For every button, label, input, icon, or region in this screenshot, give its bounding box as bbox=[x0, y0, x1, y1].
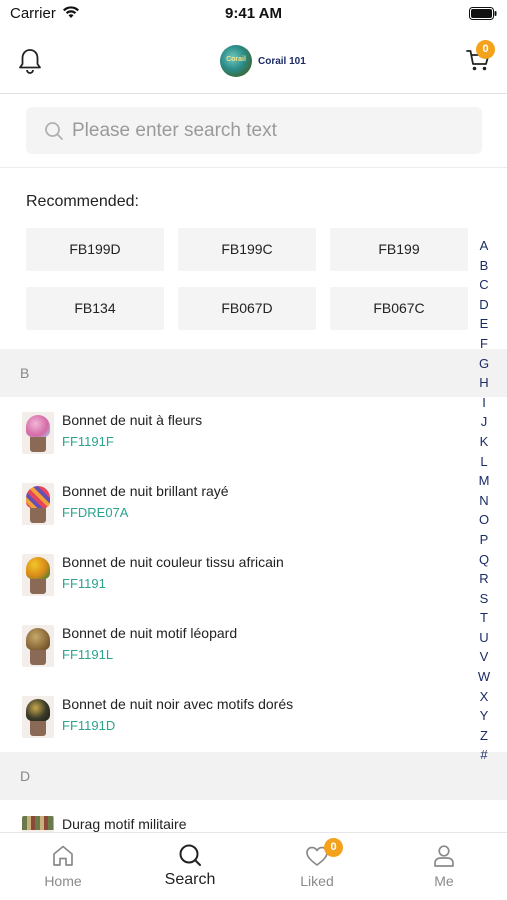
product-name: Durag motif militaire bbox=[62, 816, 187, 832]
tab-search[interactable]: Search bbox=[127, 833, 253, 900]
status-bar: Carrier 9:41 AM bbox=[0, 0, 507, 28]
product-code: FF1191F bbox=[62, 434, 114, 449]
alphabet-index-letter[interactable]: T bbox=[477, 608, 491, 628]
tab-label: Home bbox=[44, 873, 82, 889]
alphabet-index-letter[interactable]: D bbox=[477, 295, 491, 315]
brand-logo: Corail bbox=[220, 45, 252, 77]
section-letter: B bbox=[20, 365, 30, 381]
tab-bar: Home Search 0 Liked Me bbox=[0, 832, 507, 900]
alphabet-index-letter[interactable]: G bbox=[477, 354, 491, 374]
recommended-chip[interactable]: FB067C bbox=[330, 287, 468, 330]
list-item[interactable]: Bonnet de nuit à fleurs FF1191F bbox=[0, 412, 470, 483]
alphabet-index-letter[interactable]: A bbox=[477, 236, 491, 256]
section-header-d: D bbox=[0, 752, 507, 800]
alphabet-index-letter[interactable]: F bbox=[477, 334, 491, 354]
alphabet-index-letter[interactable]: U bbox=[477, 628, 491, 648]
product-thumbnail bbox=[22, 412, 54, 454]
alphabet-index-letter[interactable]: Y bbox=[477, 706, 491, 726]
alphabet-index-letter[interactable]: V bbox=[477, 647, 491, 667]
product-code: FFDRE07A bbox=[62, 505, 129, 520]
recommended-chip[interactable]: FB199C bbox=[178, 228, 316, 271]
tab-liked[interactable]: 0 Liked bbox=[254, 833, 380, 900]
bell-icon[interactable] bbox=[17, 47, 43, 75]
status-time: 9:41 AM bbox=[225, 5, 282, 22]
product-thumbnail bbox=[22, 554, 54, 596]
product-code: FF1191L bbox=[62, 647, 114, 662]
alphabet-index-letter[interactable]: # bbox=[477, 745, 491, 765]
list-item[interactable]: Bonnet de nuit couleur tissu africain FF… bbox=[0, 554, 470, 625]
alphabet-index[interactable]: A B C D E F G H I J K L M N O P Q R S T U V W X Y Z # bbox=[477, 236, 491, 765]
product-name: Bonnet de nuit noir avec motifs dorés bbox=[62, 696, 294, 712]
alphabet-index-letter[interactable]: Z bbox=[477, 726, 491, 746]
search-icon bbox=[179, 844, 201, 866]
alphabet-index-letter[interactable]: O bbox=[477, 510, 491, 530]
alphabet-index-letter[interactable]: R bbox=[477, 569, 491, 589]
recommended-chip[interactable]: FB199D bbox=[26, 228, 164, 271]
list-item[interactable]: Bonnet de nuit motif léopard FF1191L bbox=[0, 625, 470, 696]
alphabet-index-letter[interactable]: P bbox=[477, 530, 491, 550]
tab-home[interactable]: Home bbox=[0, 833, 126, 900]
alphabet-index-letter[interactable]: H bbox=[477, 373, 491, 393]
search-box[interactable] bbox=[26, 107, 482, 154]
tab-label: Search bbox=[164, 871, 216, 888]
alphabet-index-letter[interactable]: Q bbox=[477, 550, 491, 570]
alphabet-index-letter[interactable]: M bbox=[477, 471, 491, 491]
liked-count-badge: 0 bbox=[324, 838, 343, 857]
recommended-chip[interactable]: FB134 bbox=[26, 287, 164, 330]
product-thumbnail bbox=[22, 625, 54, 667]
list-item[interactable]: Bonnet de nuit brillant rayé FFDRE07A bbox=[0, 483, 470, 554]
alphabet-index-letter[interactable]: K bbox=[477, 432, 491, 452]
recommended-chip[interactable]: FB199 bbox=[330, 228, 468, 271]
home-icon bbox=[53, 845, 73, 866]
product-code: FF1191D bbox=[62, 718, 116, 733]
tab-me[interactable]: Me bbox=[381, 833, 507, 900]
recommended-chip[interactable]: FB067D bbox=[178, 287, 316, 330]
section-header-b: B bbox=[0, 349, 507, 397]
tab-label: Me bbox=[434, 873, 454, 889]
search-area bbox=[0, 95, 507, 168]
app-header: Corail Corail 101 0 bbox=[0, 30, 507, 94]
alphabet-index-letter[interactable]: N bbox=[477, 491, 491, 511]
search-icon bbox=[45, 122, 63, 140]
alphabet-index-letter[interactable]: I bbox=[477, 393, 491, 413]
tab-label: Liked bbox=[300, 873, 334, 889]
section-letter: D bbox=[20, 768, 31, 784]
product-thumbnail bbox=[22, 696, 54, 738]
alphabet-index-letter[interactable]: J bbox=[477, 412, 491, 432]
alphabet-index-letter[interactable]: C bbox=[477, 275, 491, 295]
product-name: Bonnet de nuit motif léopard bbox=[62, 625, 238, 641]
brand-name: Corail 101 bbox=[258, 55, 306, 67]
product-name: Bonnet de nuit à fleurs bbox=[62, 412, 203, 428]
alphabet-index-letter[interactable]: B bbox=[477, 256, 491, 276]
search-input[interactable] bbox=[72, 107, 472, 154]
alphabet-index-letter[interactable]: L bbox=[477, 452, 491, 472]
battery-icon bbox=[469, 7, 497, 20]
product-name: Bonnet de nuit couleur tissu africain bbox=[62, 554, 284, 570]
alphabet-index-letter[interactable]: E bbox=[477, 314, 491, 334]
product-thumbnail bbox=[22, 483, 54, 525]
alphabet-index-letter[interactable]: W bbox=[477, 667, 491, 687]
cart-count-badge: 0 bbox=[476, 40, 495, 59]
product-code: FF1191 bbox=[62, 576, 106, 591]
brand: Corail Corail 101 bbox=[220, 44, 306, 78]
product-name: Bonnet de nuit brillant rayé bbox=[62, 483, 229, 499]
user-icon bbox=[434, 845, 454, 867]
recommended-title: Recommended: bbox=[26, 193, 139, 210]
alphabet-index-letter[interactable]: X bbox=[477, 687, 491, 707]
alphabet-index-letter[interactable]: S bbox=[477, 589, 491, 609]
brand-logo-text: Corail bbox=[226, 56, 246, 63]
